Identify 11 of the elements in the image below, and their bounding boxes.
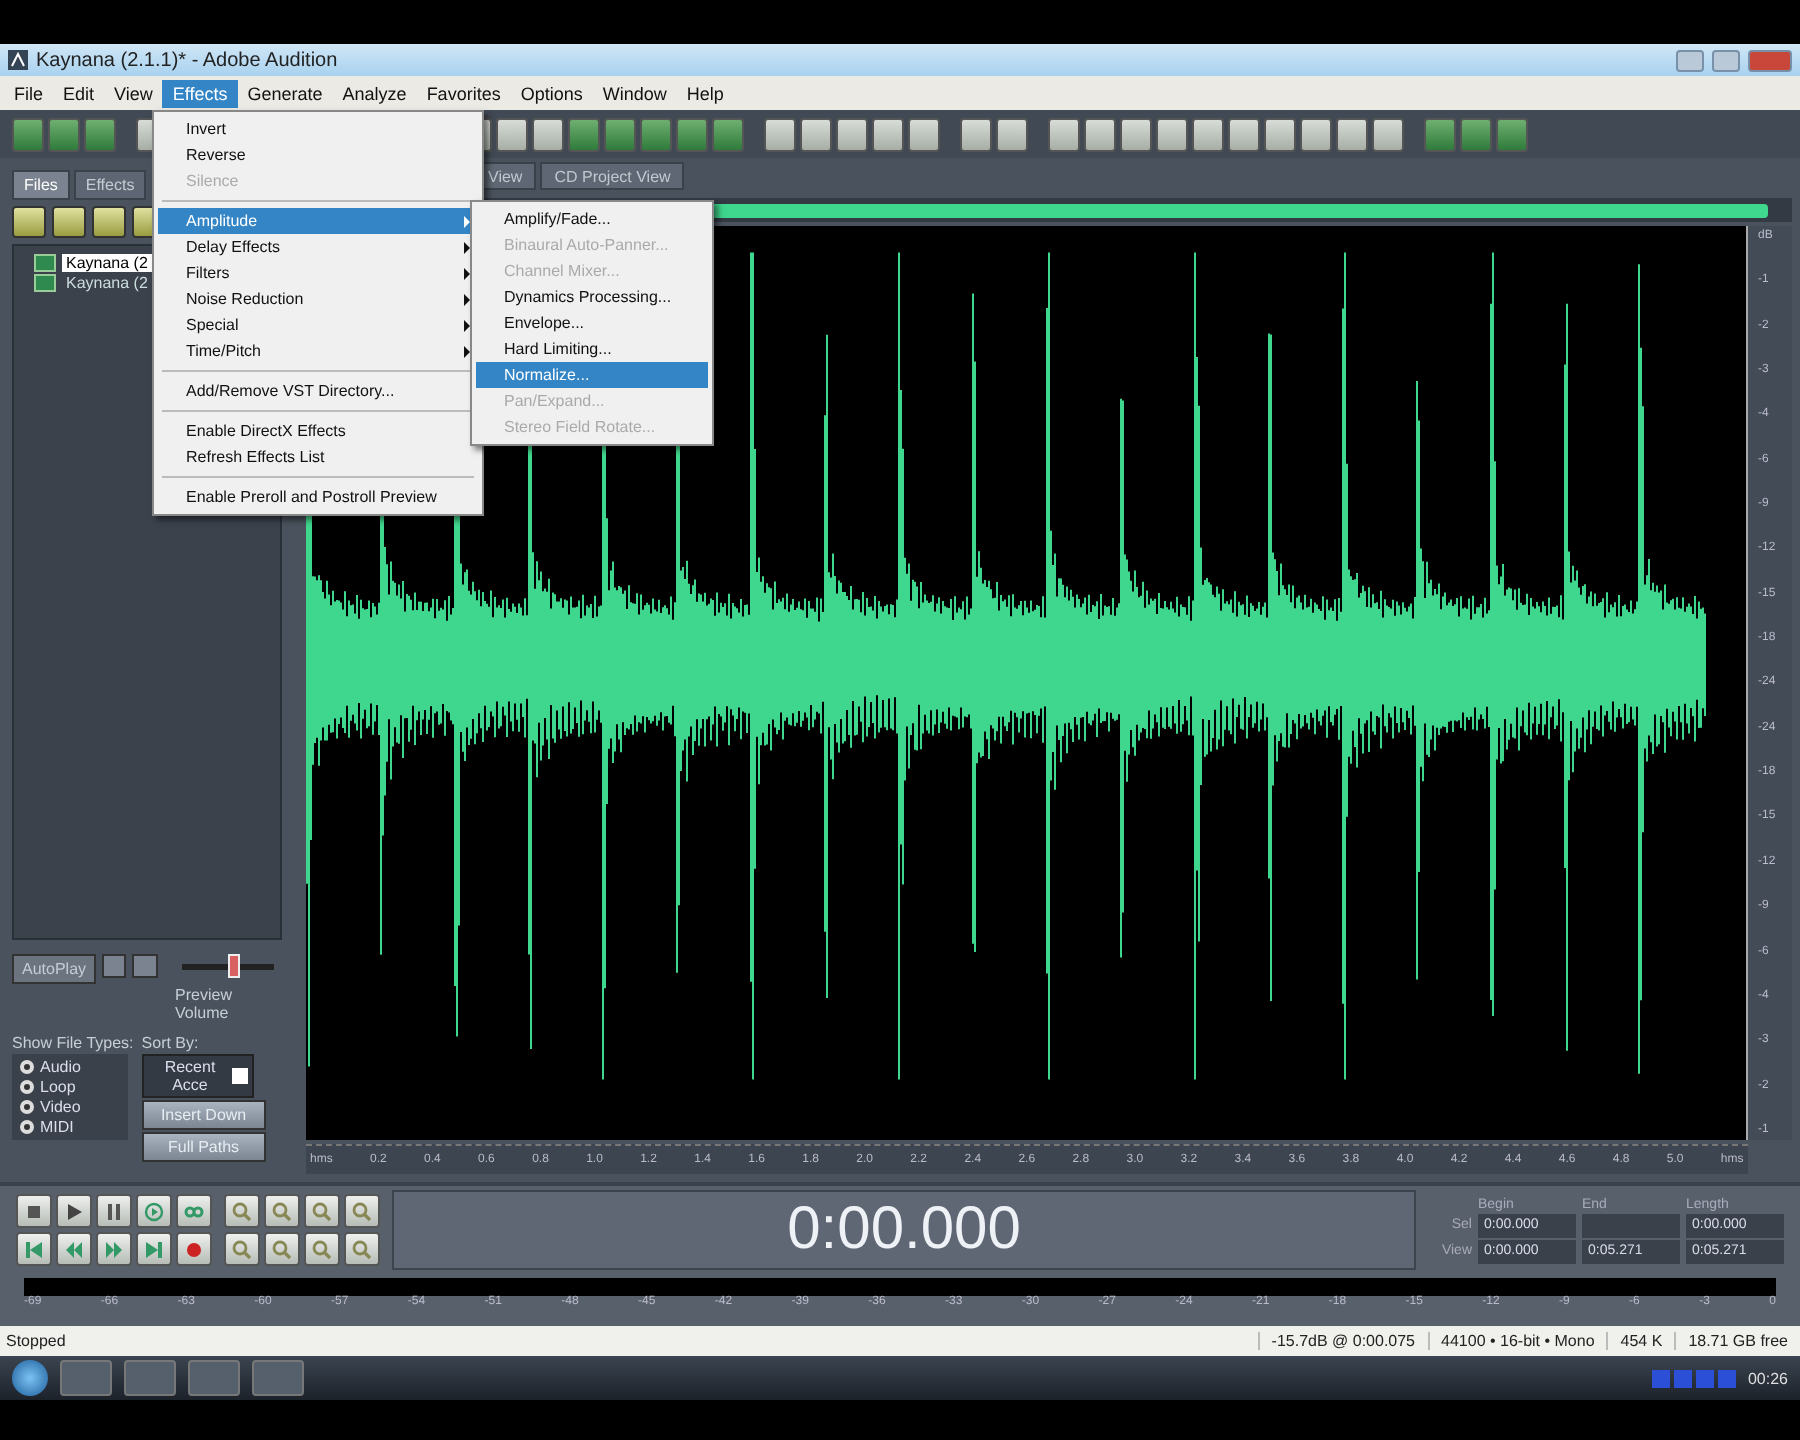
window-title: Kaynana (2.1.1)* - Adobe Audition [36,49,340,71]
status-field: -15.7dB @ 0:00.075 [1257,1332,1428,1350]
status-field: 18.71 GB free [1674,1332,1800,1350]
status-text: Stopped [4,1332,68,1350]
clock: 00:26 [1747,1369,1788,1387]
status-field: 454 K [1606,1332,1675,1350]
sort-by-label: Sort By: [141,1034,201,1052]
file-types-label: Show File Types: [12,1034,134,1052]
status-field: 44100 • 16-bit • Mono [1427,1332,1607,1350]
time-display: 0:00.000 [392,1190,1416,1270]
slider-label: Preview Volume [175,986,234,1022]
